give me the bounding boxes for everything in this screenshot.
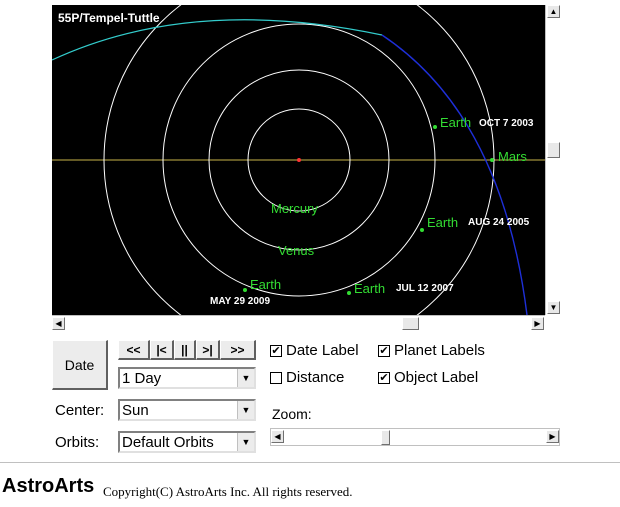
step-forward-button[interactable]: >| bbox=[196, 340, 220, 360]
orbit-viewer[interactable]: 55P/Tempel-Tuttle Mercury Venus Earth OC… bbox=[52, 5, 545, 315]
date-label-3: JUL 12 2007 bbox=[396, 283, 454, 294]
orbits-select-value: Default Orbits bbox=[122, 434, 214, 451]
step-select[interactable]: 1 Day ▼ bbox=[118, 367, 256, 389]
chevron-down-icon: ▼ bbox=[237, 401, 254, 419]
earth-label-1: Earth bbox=[440, 115, 472, 130]
orbits-label: Orbits: bbox=[55, 434, 100, 451]
date-label-2: AUG 24 2005 bbox=[468, 217, 530, 228]
horizontal-scrollbar[interactable]: ◀ ▶ bbox=[52, 315, 545, 332]
mars-label: Mars bbox=[498, 149, 527, 164]
copyright-text: Copyright(C) AstroArts Inc. All rights r… bbox=[103, 484, 353, 499]
horizontal-scroll-thumb[interactable] bbox=[402, 317, 419, 330]
earth-marker-4 bbox=[243, 288, 247, 292]
zoom-slider[interactable]: ◀ ▶ bbox=[270, 428, 560, 446]
scroll-down-button[interactable]: ▼ bbox=[547, 301, 560, 314]
date-label-4: MAY 29 2009 bbox=[210, 296, 271, 307]
vertical-scrollbar[interactable]: ▲ ▼ bbox=[545, 5, 563, 315]
chevron-down-icon: ▼ bbox=[237, 433, 254, 451]
scroll-up-button[interactable]: ▲ bbox=[547, 5, 560, 18]
venus-label: Venus bbox=[278, 243, 315, 258]
fast-forward-button[interactable]: >> bbox=[220, 340, 256, 360]
date-label-checkbox[interactable]: ✔ Date Label bbox=[270, 342, 359, 359]
object-label-checkbox[interactable]: ✔ Object Label bbox=[378, 369, 478, 386]
date-button[interactable]: Date bbox=[52, 340, 108, 390]
zoom-in-button[interactable]: ▶ bbox=[546, 430, 559, 443]
orbit-canvas bbox=[52, 5, 545, 315]
earth-marker-1 bbox=[433, 125, 437, 129]
planet-labels-checkbox-label: Planet Labels bbox=[394, 342, 485, 359]
center-select-value: Sun bbox=[122, 402, 149, 419]
pause-button[interactable]: || bbox=[174, 340, 196, 360]
distance-checkbox[interactable]: Distance bbox=[270, 369, 344, 386]
date-label-1: OCT 7 2003 bbox=[479, 118, 534, 129]
checkbox-check-icon: ✔ bbox=[270, 344, 282, 357]
vertical-scroll-thumb[interactable] bbox=[547, 142, 560, 158]
step-back-button[interactable]: |< bbox=[150, 340, 174, 360]
chevron-down-icon: ▼ bbox=[237, 369, 254, 387]
checkbox-check-icon: ✔ bbox=[378, 344, 390, 357]
step-select-value: 1 Day bbox=[122, 370, 162, 387]
checkbox-empty-icon bbox=[270, 371, 282, 384]
comet-orbit-outer bbox=[52, 19, 383, 61]
zoom-out-button[interactable]: ◀ bbox=[271, 430, 284, 443]
zoom-label: Zoom: bbox=[272, 406, 312, 422]
orbits-select[interactable]: Default Orbits ▼ bbox=[118, 431, 256, 453]
checkbox-check-icon: ✔ bbox=[378, 371, 390, 384]
fast-back-button[interactable]: << bbox=[118, 340, 150, 360]
sun-marker bbox=[297, 158, 301, 162]
object-label-checkbox-label: Object Label bbox=[394, 369, 479, 386]
date-label-checkbox-label: Date Label bbox=[286, 342, 359, 359]
mercury-label: Mercury bbox=[271, 201, 318, 216]
mars-marker bbox=[490, 158, 494, 162]
earth-label-2: Earth bbox=[427, 215, 459, 230]
comet-orbit-inner bbox=[381, 34, 528, 315]
earth-label-3: Earth bbox=[354, 281, 386, 296]
earth-marker-3 bbox=[347, 291, 351, 295]
planet-labels-checkbox[interactable]: ✔ Planet Labels bbox=[378, 342, 485, 359]
zoom-slider-thumb[interactable] bbox=[381, 430, 390, 445]
center-select[interactable]: Sun ▼ bbox=[118, 399, 256, 421]
earth-label-4: Earth bbox=[250, 277, 282, 292]
distance-checkbox-label: Distance bbox=[286, 369, 345, 386]
astroarts-logo: AstroArts bbox=[2, 475, 95, 497]
earth-marker-2 bbox=[420, 228, 424, 232]
center-label: Center: bbox=[55, 402, 105, 419]
footer-divider bbox=[0, 462, 620, 463]
scroll-left-button[interactable]: ◀ bbox=[52, 317, 65, 330]
scroll-right-button[interactable]: ▶ bbox=[531, 317, 544, 330]
object-name-label: 55P/Tempel-Tuttle bbox=[58, 11, 160, 25]
